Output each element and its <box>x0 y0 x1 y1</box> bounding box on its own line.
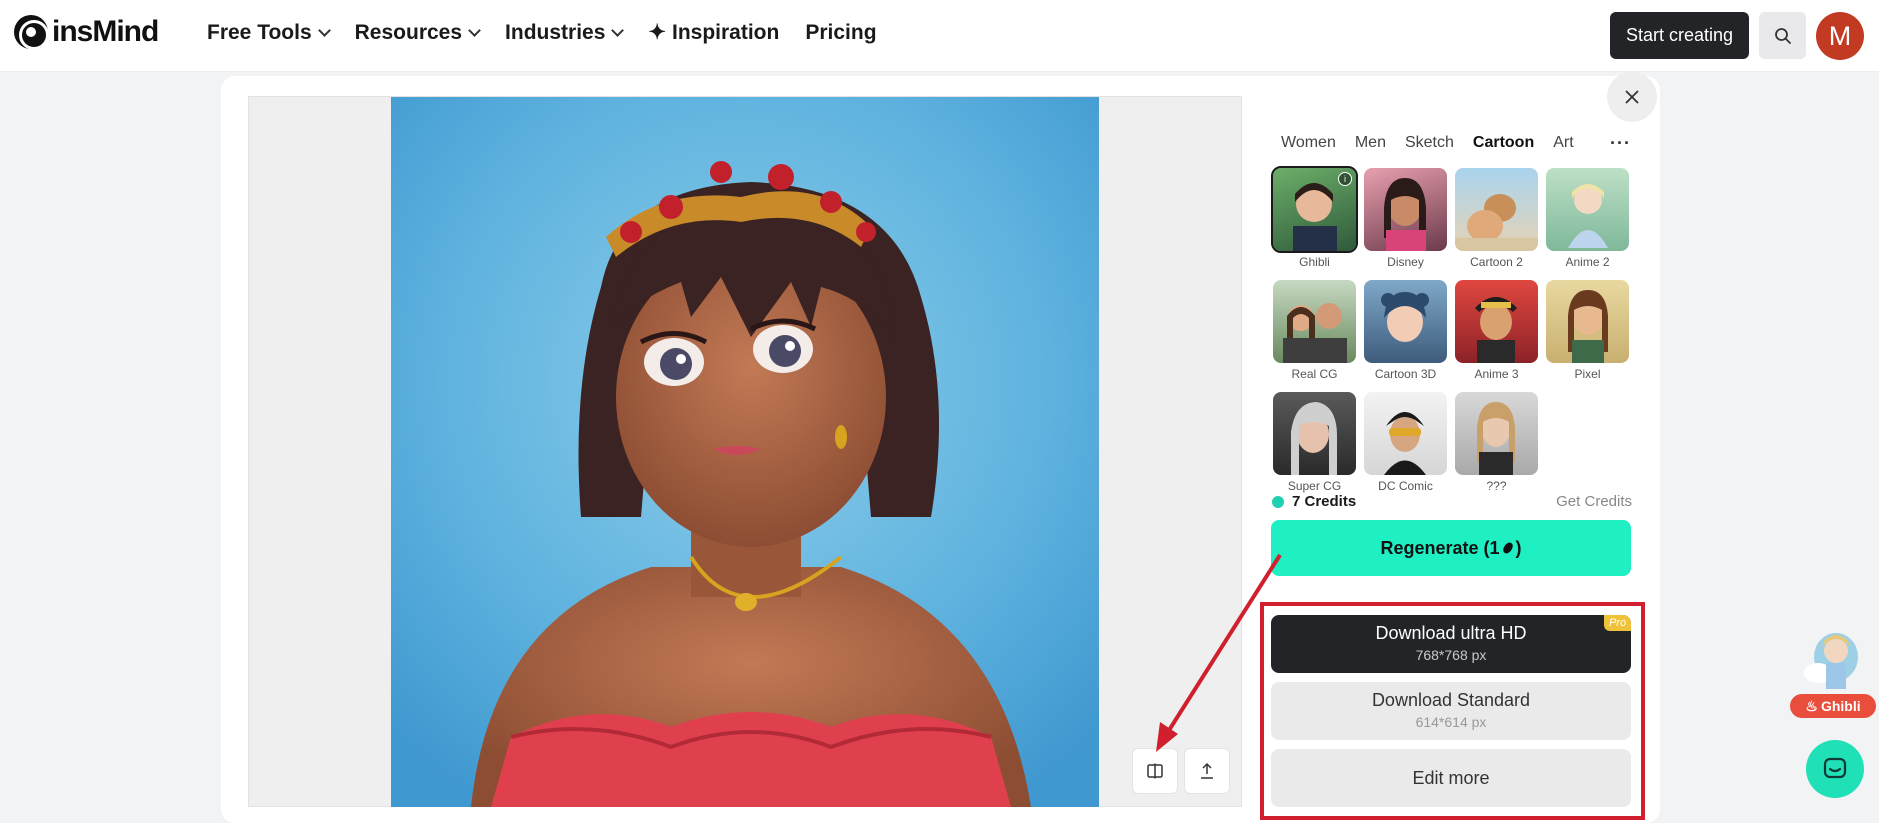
style-label: ??? <box>1486 479 1507 493</box>
nav-pricing[interactable]: Pricing <box>805 21 876 45</box>
logo-text: insMind <box>52 15 159 48</box>
style-thumbnail <box>1455 168 1538 251</box>
style-thumbnail <box>1455 280 1538 363</box>
avatar[interactable]: M <box>1816 12 1864 60</box>
start-creating-button[interactable]: Start creating <box>1610 12 1749 59</box>
compare-button[interactable] <box>1132 748 1178 794</box>
style-label: Real CG <box>1291 367 1338 381</box>
chevron-down-icon <box>468 23 481 37</box>
style-label: Ghibli <box>1299 255 1330 269</box>
ghibli-badge[interactable]: ♨ Ghibli <box>1790 694 1876 718</box>
style-real-cg[interactable]: Real CG <box>1273 280 1356 381</box>
nav-free-tools-label: Free Tools <box>207 20 312 44</box>
download-ultra-hd-button[interactable]: Download ultra HD 768*768 px Pro <box>1271 615 1631 673</box>
ghibli-badge-label: Ghibli <box>1820 698 1861 714</box>
style-tabs: Women Men Sketch Cartoon Art <box>1281 134 1593 152</box>
style-label: DC Comic <box>1378 479 1433 493</box>
result-image <box>391 97 1099 807</box>
logo[interactable]: insMind <box>14 15 159 50</box>
chevron-down-icon <box>317 23 331 37</box>
pro-badge: Pro <box>1604 615 1631 631</box>
search-button[interactable] <box>1759 12 1806 59</box>
logo-icon <box>14 15 49 50</box>
get-credits-link[interactable]: Get Credits <box>1556 493 1632 510</box>
style-cartoon-3d[interactable]: Cartoon 3D <box>1364 280 1447 381</box>
style-anime-2[interactable]: Anime 2 <box>1546 168 1629 269</box>
coin-icon <box>1502 542 1513 554</box>
nav-industries-label: Industries <box>505 20 606 44</box>
chat-support-button[interactable] <box>1806 740 1864 798</box>
search-icon <box>1774 27 1791 44</box>
close-icon <box>1625 90 1639 104</box>
nav-free-tools[interactable]: Free Tools <box>207 20 331 45</box>
chat-icon <box>1823 757 1847 779</box>
style-thumbnail <box>1273 280 1356 363</box>
style-unknown[interactable]: ??? <box>1455 392 1538 493</box>
style-dc-comic[interactable]: DC Comic <box>1364 392 1447 493</box>
style-thumbnail <box>1455 392 1538 475</box>
style-super-cg[interactable]: Super CG <box>1273 392 1356 493</box>
close-button[interactable] <box>1607 72 1657 122</box>
regenerate-button[interactable]: Regenerate (1 ) <box>1271 520 1631 576</box>
chevron-down-icon <box>611 23 625 37</box>
style-thumbnail <box>1273 392 1356 475</box>
style-label: Disney <box>1387 255 1424 269</box>
nav-resources[interactable]: Resources <box>354 20 481 45</box>
style-thumbnail <box>1546 280 1629 363</box>
style-thumbnail <box>1364 280 1447 363</box>
more-tabs-icon[interactable]: ··· <box>1610 133 1631 154</box>
credits-row: 7 Credits Get Credits <box>1272 493 1632 513</box>
nav-inspiration-label: Inspiration <box>672 20 780 44</box>
style-cartoon-2[interactable]: Cartoon 2 <box>1455 168 1538 269</box>
compare-icon <box>1147 763 1163 779</box>
tab-men[interactable]: Men <box>1355 134 1386 152</box>
style-pixel[interactable]: Pixel <box>1546 280 1629 381</box>
download-standard-size: 614*614 px <box>1415 714 1487 730</box>
nav-inspiration[interactable]: ✦ Inspiration <box>648 20 779 45</box>
download-hd-size: 768*768 px <box>1415 647 1487 663</box>
share-button[interactable] <box>1184 748 1230 794</box>
style-label: Cartoon 3D <box>1374 367 1437 381</box>
nav-industries[interactable]: Industries <box>505 20 625 45</box>
style-label: Anime 3 <box>1474 367 1519 381</box>
tab-art[interactable]: Art <box>1553 134 1573 152</box>
download-hd-label: Download ultra HD <box>1375 623 1527 643</box>
credits-balance: 7 Credits <box>1272 493 1356 510</box>
top-nav: insMind Free Tools Resources Industries … <box>0 0 1879 72</box>
nav-resources-label: Resources <box>354 20 463 44</box>
tab-women[interactable]: Women <box>1281 134 1336 152</box>
style-label: Anime 2 <box>1565 255 1610 269</box>
style-label: Super CG <box>1287 479 1342 493</box>
tab-sketch[interactable]: Sketch <box>1405 134 1454 152</box>
style-thumbnail <box>1364 392 1447 475</box>
download-standard-button[interactable]: Download Standard 614*614 px <box>1271 682 1631 740</box>
style-disney[interactable]: Disney <box>1364 168 1447 269</box>
credits-text: 7 Credits <box>1292 493 1357 510</box>
nav-menu: Free Tools Resources Industries ✦ Inspir… <box>207 20 903 45</box>
regenerate-label: Regenerate (1 <box>1380 537 1500 558</box>
style-thumbnail: i <box>1271 166 1358 253</box>
tab-cartoon[interactable]: Cartoon <box>1473 134 1534 152</box>
style-label: Pixel <box>1574 367 1601 381</box>
nav-pricing-label: Pricing <box>805 20 877 44</box>
style-anime-3[interactable]: Anime 3 <box>1455 280 1538 381</box>
coin-icon <box>1272 495 1284 508</box>
style-ghibli[interactable]: i Ghibli <box>1271 166 1358 269</box>
sparkle-icon: ✦ <box>648 21 666 44</box>
fire-icon: ♨ <box>1805 697 1818 714</box>
style-label: Cartoon 2 <box>1470 255 1523 269</box>
style-thumbnail <box>1364 168 1447 251</box>
regenerate-suffix: ) <box>1515 537 1522 558</box>
info-icon: i <box>1338 172 1352 186</box>
style-thumbnail <box>1546 168 1629 251</box>
download-standard-label: Download Standard <box>1371 690 1531 710</box>
upload-icon <box>1201 762 1213 779</box>
edit-more-button[interactable]: Edit more <box>1271 749 1631 807</box>
